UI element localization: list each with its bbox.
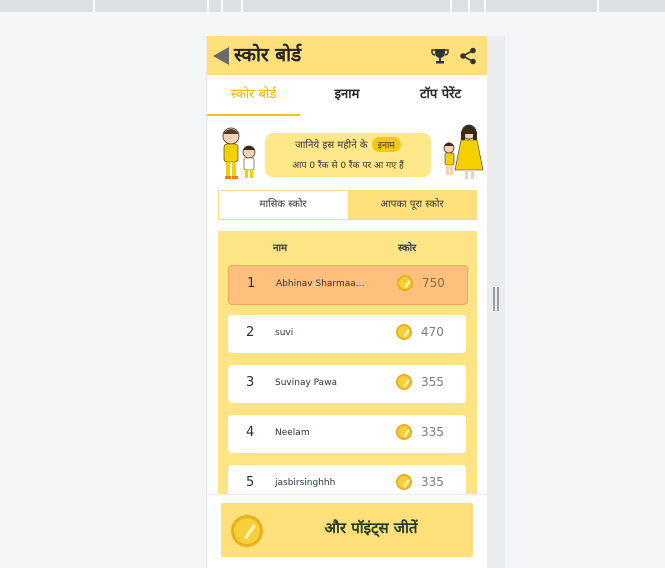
- monthly-score-button[interactable]: मासिक स्कोर: [219, 191, 347, 219]
- strip-divider: [597, 0, 599, 12]
- girl-illustration: [443, 124, 484, 179]
- strip-divider: [207, 0, 209, 12]
- name-column-header: नाम: [273, 243, 288, 254]
- tab-rewards[interactable]: इनाम: [300, 75, 394, 115]
- banner-line1: जानिये इस महीने के इनाम: [265, 137, 431, 152]
- player-name: jasbirsinghhh: [275, 478, 336, 488]
- browser-top-strip: [0, 0, 665, 12]
- coin-icon: [396, 474, 412, 490]
- share-icon[interactable]: [459, 47, 477, 65]
- player-name: Neelam: [275, 428, 310, 438]
- leaderboard-row[interactable]: 3 Suvinay Pawa 355: [228, 365, 466, 403]
- rank-number: 4: [246, 425, 255, 440]
- active-tab-indicator: [207, 114, 300, 116]
- coin-icon: [396, 424, 412, 440]
- tab-bar: स्कोर बोर्ड इनाम टॉप पेरेंट: [207, 75, 487, 115]
- strip-divider: [484, 0, 486, 12]
- earn-more-points-label: और पॉइंट्स जीतें: [324, 519, 418, 537]
- strip-divider: [241, 0, 243, 12]
- strip-divider: [450, 0, 452, 12]
- player-name: suvi: [275, 328, 294, 338]
- earn-more-points-button[interactable]: और पॉइंट्स जीतें: [221, 503, 473, 557]
- player-score: 470: [421, 325, 444, 339]
- leaderboard-row[interactable]: 1 Abhinav Sharmaa... 750: [228, 265, 468, 305]
- rank-change-text: आप 0 रैंक से 0 रैंक पर आ गए हैं: [292, 161, 404, 171]
- score-column-header: स्कोर: [398, 243, 417, 254]
- page-title: स्कोर बोर्ड: [234, 44, 302, 66]
- banner-text: जानिये इस महीने के: [295, 140, 368, 151]
- leaderboard-row[interactable]: 2 suvi 470: [228, 315, 466, 353]
- player-score: 355: [421, 375, 444, 389]
- leaderboard-row[interactable]: 4 Neelam 335: [228, 415, 466, 453]
- coin-icon: [397, 275, 413, 291]
- strip-divider: [93, 0, 95, 12]
- rank-number: 1: [247, 276, 256, 291]
- rank-number: 3: [246, 375, 255, 390]
- coin-icon: [396, 374, 412, 390]
- total-score-button[interactable]: आपका पूरा स्कोर: [348, 191, 476, 219]
- strip-divider: [221, 0, 223, 12]
- banner-message: जानिये इस महीने के इनाम आप 0 रैंक से 0 रै…: [265, 133, 431, 177]
- strip-divider: [468, 0, 470, 12]
- player-score: 335: [421, 475, 444, 489]
- app-header: स्कोर बोर्ड: [207, 36, 487, 75]
- score-type-toggle: मासिक स्कोर आपका पूरा स्कोर: [218, 190, 477, 220]
- rank-number: 5: [246, 475, 255, 490]
- player-name: Abhinav Sharmaa...: [276, 279, 365, 289]
- app-viewport: स्कोर बोर्ड स्कोर बोर्ड इनाम टॉप पेरेंट: [206, 36, 487, 568]
- rewards-badge[interactable]: इनाम: [371, 137, 401, 152]
- boy-illustration: [222, 127, 256, 179]
- rewards-banner[interactable]: जानिये इस महीने के इनाम आप 0 रैंक से 0 रै…: [217, 124, 484, 182]
- player-score: 750: [422, 276, 445, 290]
- trophy-icon[interactable]: [431, 47, 449, 65]
- bottom-action-bar: और पॉइंट्स जीतें: [207, 494, 487, 568]
- back-arrow-icon[interactable]: [213, 47, 229, 65]
- rank-number: 2: [246, 325, 255, 340]
- player-score: 335: [421, 425, 444, 439]
- resize-grip-icon[interactable]: [493, 287, 499, 311]
- tab-scoreboard[interactable]: स्कोर बोर्ड: [207, 75, 300, 115]
- tab-top-parent[interactable]: टॉप पेरेंट: [394, 75, 487, 115]
- coin-icon: [396, 324, 412, 340]
- coin-icon: [231, 515, 263, 547]
- player-name: Suvinay Pawa: [275, 378, 338, 388]
